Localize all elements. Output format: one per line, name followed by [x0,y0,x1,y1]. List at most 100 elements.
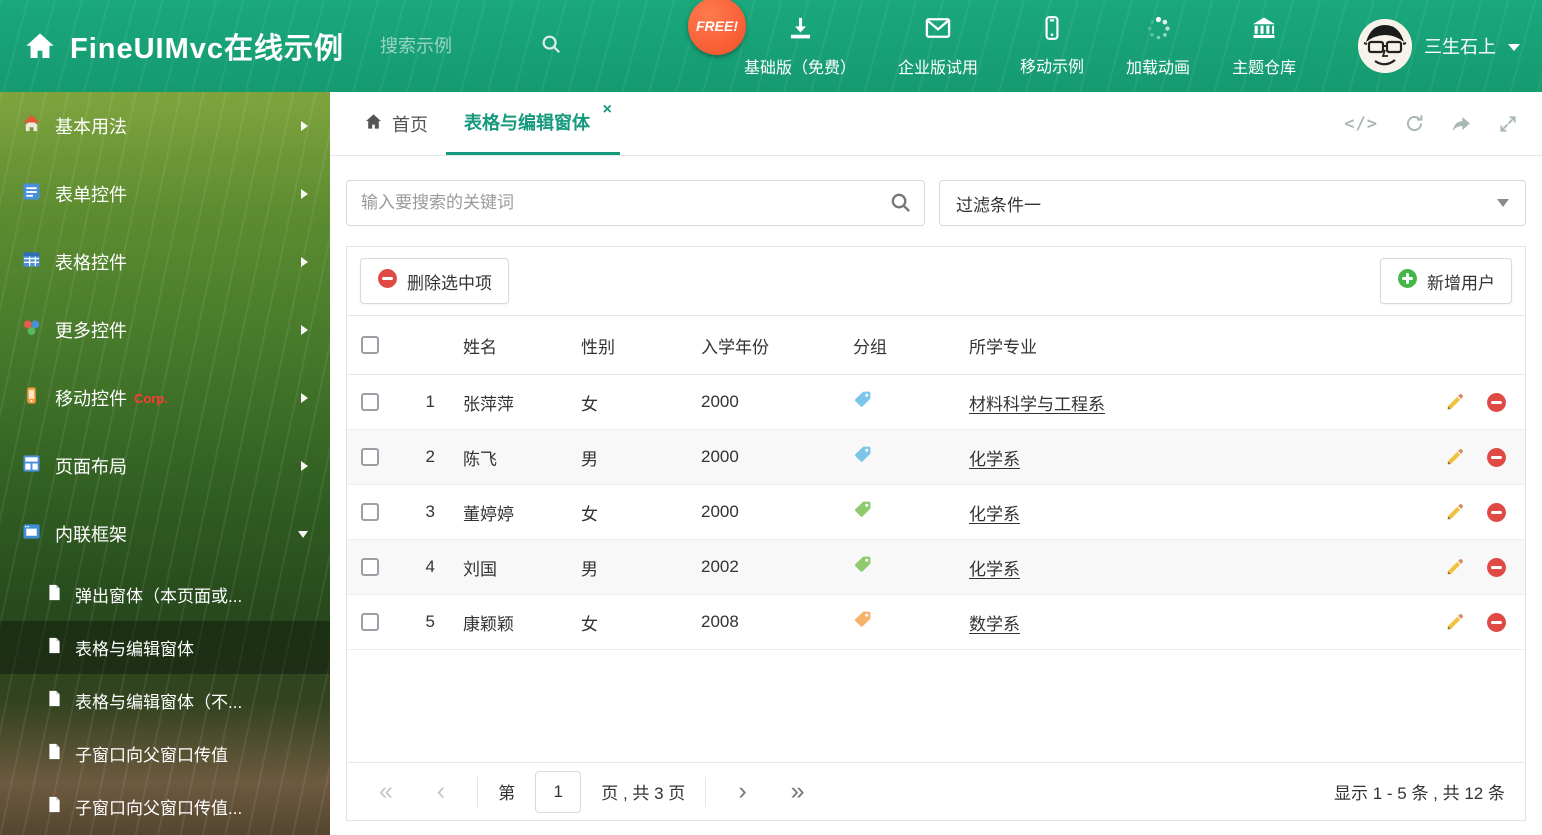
sidebar-item-mobile-controls[interactable]: 移动控件 Corp. [0,364,330,432]
delete-row-icon[interactable] [1486,502,1507,523]
sidebar-subitem-child-to-parent[interactable]: 子窗口向父窗口传值 [0,727,330,780]
nav-item-basic-free[interactable]: 基础版（免费） [744,15,856,78]
nav-item-enterprise-trial[interactable]: 企业版试用 [898,14,978,78]
row-checkbox[interactable] [361,448,379,466]
sidebar-item-form-controls[interactable]: 表单控件 [0,160,330,228]
cell-year: 2000 [701,447,739,466]
edit-pencil-icon[interactable] [1444,446,1466,468]
table-empty-space [347,650,1525,762]
sidebar-item-page-layout[interactable]: 页面布局 [0,432,330,500]
expand-icon[interactable] [1498,114,1518,134]
row-checkbox[interactable] [361,558,379,576]
sidebar-subitem-child-to-parent-2[interactable]: 子窗口向父窗口传值... [0,780,330,833]
delete-row-icon[interactable] [1486,557,1507,578]
sidebar-item-inline-frame[interactable]: 内联框架 [0,500,330,568]
sidebar-subitem-label: 表格与编辑窗体 [75,640,194,659]
sidebar-item-basic-usage[interactable]: 基本用法 [0,92,330,160]
row-checkbox[interactable] [361,503,379,521]
bank-icon [1250,14,1278,47]
row-checkbox[interactable] [361,393,379,411]
pager-divider [477,776,479,807]
nav-item-loading-anim[interactable]: 加载动画 [1126,15,1190,78]
add-user-button[interactable]: 新增用户 [1380,258,1512,304]
sidebar-item-grid-controls[interactable]: 表格控件 [0,228,330,296]
home-icon[interactable] [24,30,56,62]
cell-gender: 男 [581,559,598,579]
keyword-search-input[interactable] [346,180,925,226]
major-link[interactable]: 材料科学与工程系 [969,395,1105,414]
sidebar-subitem-label: 子窗口向父窗口传值... [75,799,243,818]
cell-year: 2008 [701,612,739,631]
cell-gender: 女 [581,504,598,524]
first-page-icon[interactable]: « [367,779,405,804]
sidebar-subitem-grid-edit-window[interactable]: 表格与编辑窗体 [0,621,330,674]
edit-pencil-icon[interactable] [1444,611,1466,633]
sidebar-subitem-popup-window[interactable]: 弹出窗体（本页面或... [0,568,330,621]
tag-icon [853,555,872,579]
frame-icon [22,522,41,546]
table-body: 1 张萍萍 女 2000 材料科学与工程系 2 陈飞 男 2000 化学系 3 … [347,375,1525,650]
major-link[interactable]: 化学系 [969,505,1020,524]
nav-item-theme-store[interactable]: 主题仓库 [1232,14,1296,78]
last-page-icon[interactable]: » [779,779,817,804]
delete-row-icon[interactable] [1486,392,1507,413]
code-icon[interactable]: </> [1344,114,1378,134]
table-row: 4 刘国 男 2002 化学系 [347,540,1525,595]
search-icon[interactable] [889,191,912,219]
close-icon[interactable]: × [603,101,612,119]
username: 三生石上 [1424,37,1496,57]
file-icon [46,796,63,818]
edit-pencil-icon[interactable] [1444,556,1466,578]
tag-icon [853,445,872,469]
search-icon[interactable] [540,33,562,60]
nav-item-mobile-demo[interactable]: 移动示例 [1020,15,1084,77]
share-icon[interactable] [1451,113,1472,134]
table-row: 2 陈飞 男 2000 化学系 [347,430,1525,485]
record-summary: 显示 1 - 5 条 , 共 12 条 [1334,784,1505,803]
header-search-input[interactable] [380,35,531,57]
nav-label: 企业版试用 [898,60,979,77]
prev-page-icon[interactable]: ‹ [425,779,457,804]
cell-year: 2002 [701,557,739,576]
select-all-checkbox[interactable] [361,336,379,354]
next-page-icon[interactable]: › [726,779,758,804]
chevron-right-icon [301,121,308,131]
tab-home[interactable]: 首页 [346,92,446,155]
main-area: 首页 表格与编辑窗体 × </> 输入要搜索的关键词 过滤条件一 删除选中项 新… [330,92,1542,835]
cell-year: 2000 [701,502,739,521]
sidebar-item-label: 表单控件 [55,185,127,205]
download-icon [787,15,814,47]
page-number-input[interactable] [535,770,582,813]
filter-dropdown[interactable]: 过滤条件一 [939,180,1526,226]
edit-pencil-icon[interactable] [1444,391,1466,413]
mobile-icon [22,386,41,410]
edit-pencil-icon[interactable] [1444,501,1466,523]
cell-name: 刘国 [463,559,497,579]
sidebar-item-more-controls[interactable]: 更多控件 [0,296,330,364]
nav-label: 主题仓库 [1232,60,1297,77]
pagination-bar: « ‹ 第 页 , 共 3 页 › » 显示 1 - 5 条 , 共 12 条 [347,762,1525,820]
nav-label: 加载动画 [1126,59,1191,77]
file-icon [46,637,63,659]
delete-selected-button[interactable]: 删除选中项 [360,258,509,304]
pager-divider [705,776,707,807]
row-index: 5 [425,612,435,631]
delete-row-icon[interactable] [1486,447,1507,468]
phone-icon [1039,15,1065,46]
row-checkbox[interactable] [361,613,379,631]
sidebar-subitem-grid-edit-window-2[interactable]: 表格与编辑窗体（不... [0,674,330,727]
major-link[interactable]: 化学系 [969,450,1020,469]
refresh-icon[interactable] [1404,113,1425,134]
avatar[interactable] [1358,19,1412,73]
col-header-major: 所学专业 [969,337,1037,357]
user-menu[interactable]: 三生石上 [1358,0,1520,92]
row-index: 2 [425,447,435,466]
tab-label: 首页 [392,114,428,135]
tab-grid-edit-window[interactable]: 表格与编辑窗体 × [446,92,620,155]
table-row: 3 董婷婷 女 2000 化学系 [347,485,1525,540]
table-row: 5 康颖颖 女 2008 数学系 [347,595,1525,650]
delete-row-icon[interactable] [1486,612,1507,633]
tag-icon [853,390,872,414]
major-link[interactable]: 化学系 [969,560,1020,579]
major-link[interactable]: 数学系 [969,615,1020,634]
